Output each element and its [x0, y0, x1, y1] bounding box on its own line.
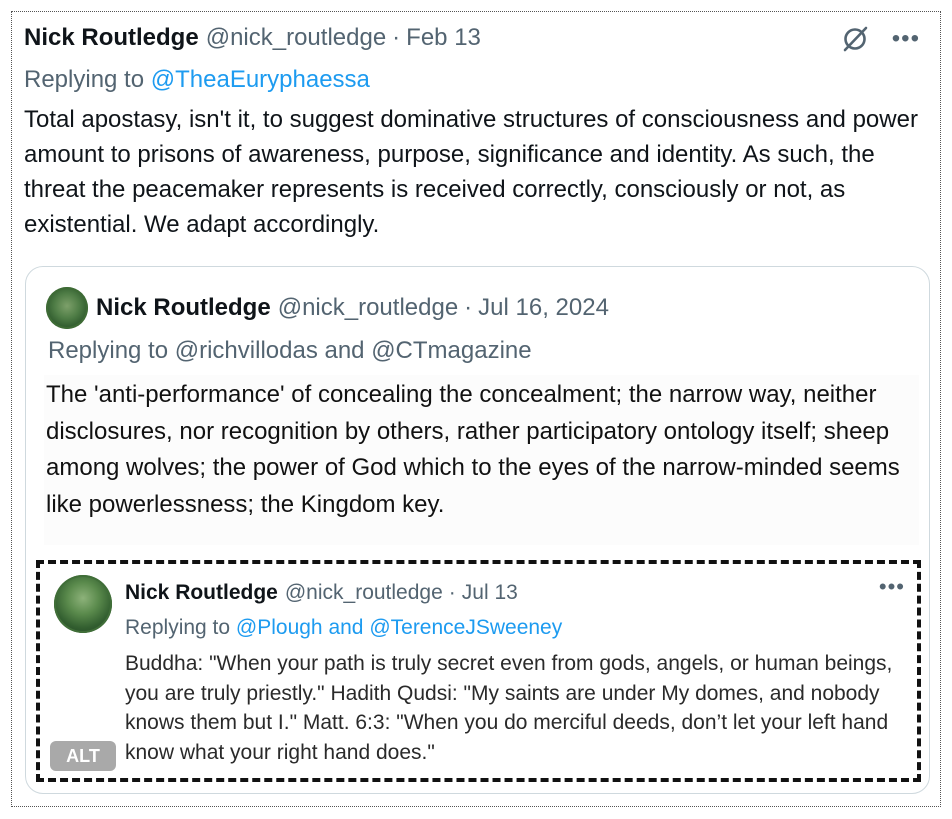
embedded-screenshot-image[interactable]: Nick Routledge @nick_routledge · Jul 13 … [36, 560, 921, 782]
main-tweet[interactable]: Nick Routledge @nick_routledge · Feb 13 … [24, 22, 928, 242]
image-author-name: Nick Routledge [125, 581, 278, 604]
author-name[interactable]: Nick Routledge [24, 22, 199, 54]
quoted-text: The 'anti-performance' of concealing the… [44, 375, 919, 545]
replying-to-link[interactable]: @TheaEuryphaessa [151, 66, 370, 93]
tweet-actions-top: ••• [840, 24, 920, 54]
separator-dot: · [464, 294, 473, 321]
image-tweet-header: Nick Routledge @nick_routledge · Jul 13 [125, 581, 518, 605]
replying-prefix: Replying to [24, 66, 145, 93]
avatar [54, 575, 112, 633]
author-handle[interactable]: @nick_routledge [206, 22, 386, 54]
replying-to: Replying to @TheaEuryphaessa [24, 64, 928, 96]
image-tweet-text: Buddha: "When your path is truly secret … [125, 652, 893, 764]
more-icon: ••• [878, 574, 905, 599]
image-replying-to: Replying to @Plough and @TerenceJSweeney [125, 616, 562, 640]
more-icon[interactable]: ••• [892, 27, 920, 51]
quoted-author-handle[interactable]: @nick_routledge [278, 294, 458, 322]
quoted-header: Nick Routledge @nick_routledge · Jul 16,… [46, 287, 609, 329]
grok-icon[interactable] [840, 24, 870, 54]
image-date: Jul 13 [461, 581, 518, 604]
image-replying-to-link: @Plough and @TerenceJSweeney [235, 616, 563, 639]
separator-dot: · [392, 24, 401, 51]
alt-badge[interactable]: ALT [50, 741, 116, 771]
separator-dot: · [448, 581, 456, 604]
replying-prefix: Replying to [125, 616, 231, 639]
tweet-date[interactable]: Feb 13 [406, 22, 481, 54]
tweet-header: Nick Routledge @nick_routledge · Feb 13 [24, 22, 928, 54]
quoted-tweet[interactable]: Nick Routledge @nick_routledge · Jul 16,… [25, 266, 930, 794]
image-author-handle: @nick_routledge [284, 581, 443, 604]
avatar[interactable] [46, 287, 88, 329]
quoted-replying-to: Replying to @richvillodas and @CTmagazin… [48, 337, 532, 364]
quoted-date[interactable]: Jul 16, 2024 [478, 294, 609, 322]
quoted-author-name[interactable]: Nick Routledge [96, 294, 271, 322]
tweet-text: Total apostasy, isn't it, to suggest dom… [24, 106, 918, 238]
